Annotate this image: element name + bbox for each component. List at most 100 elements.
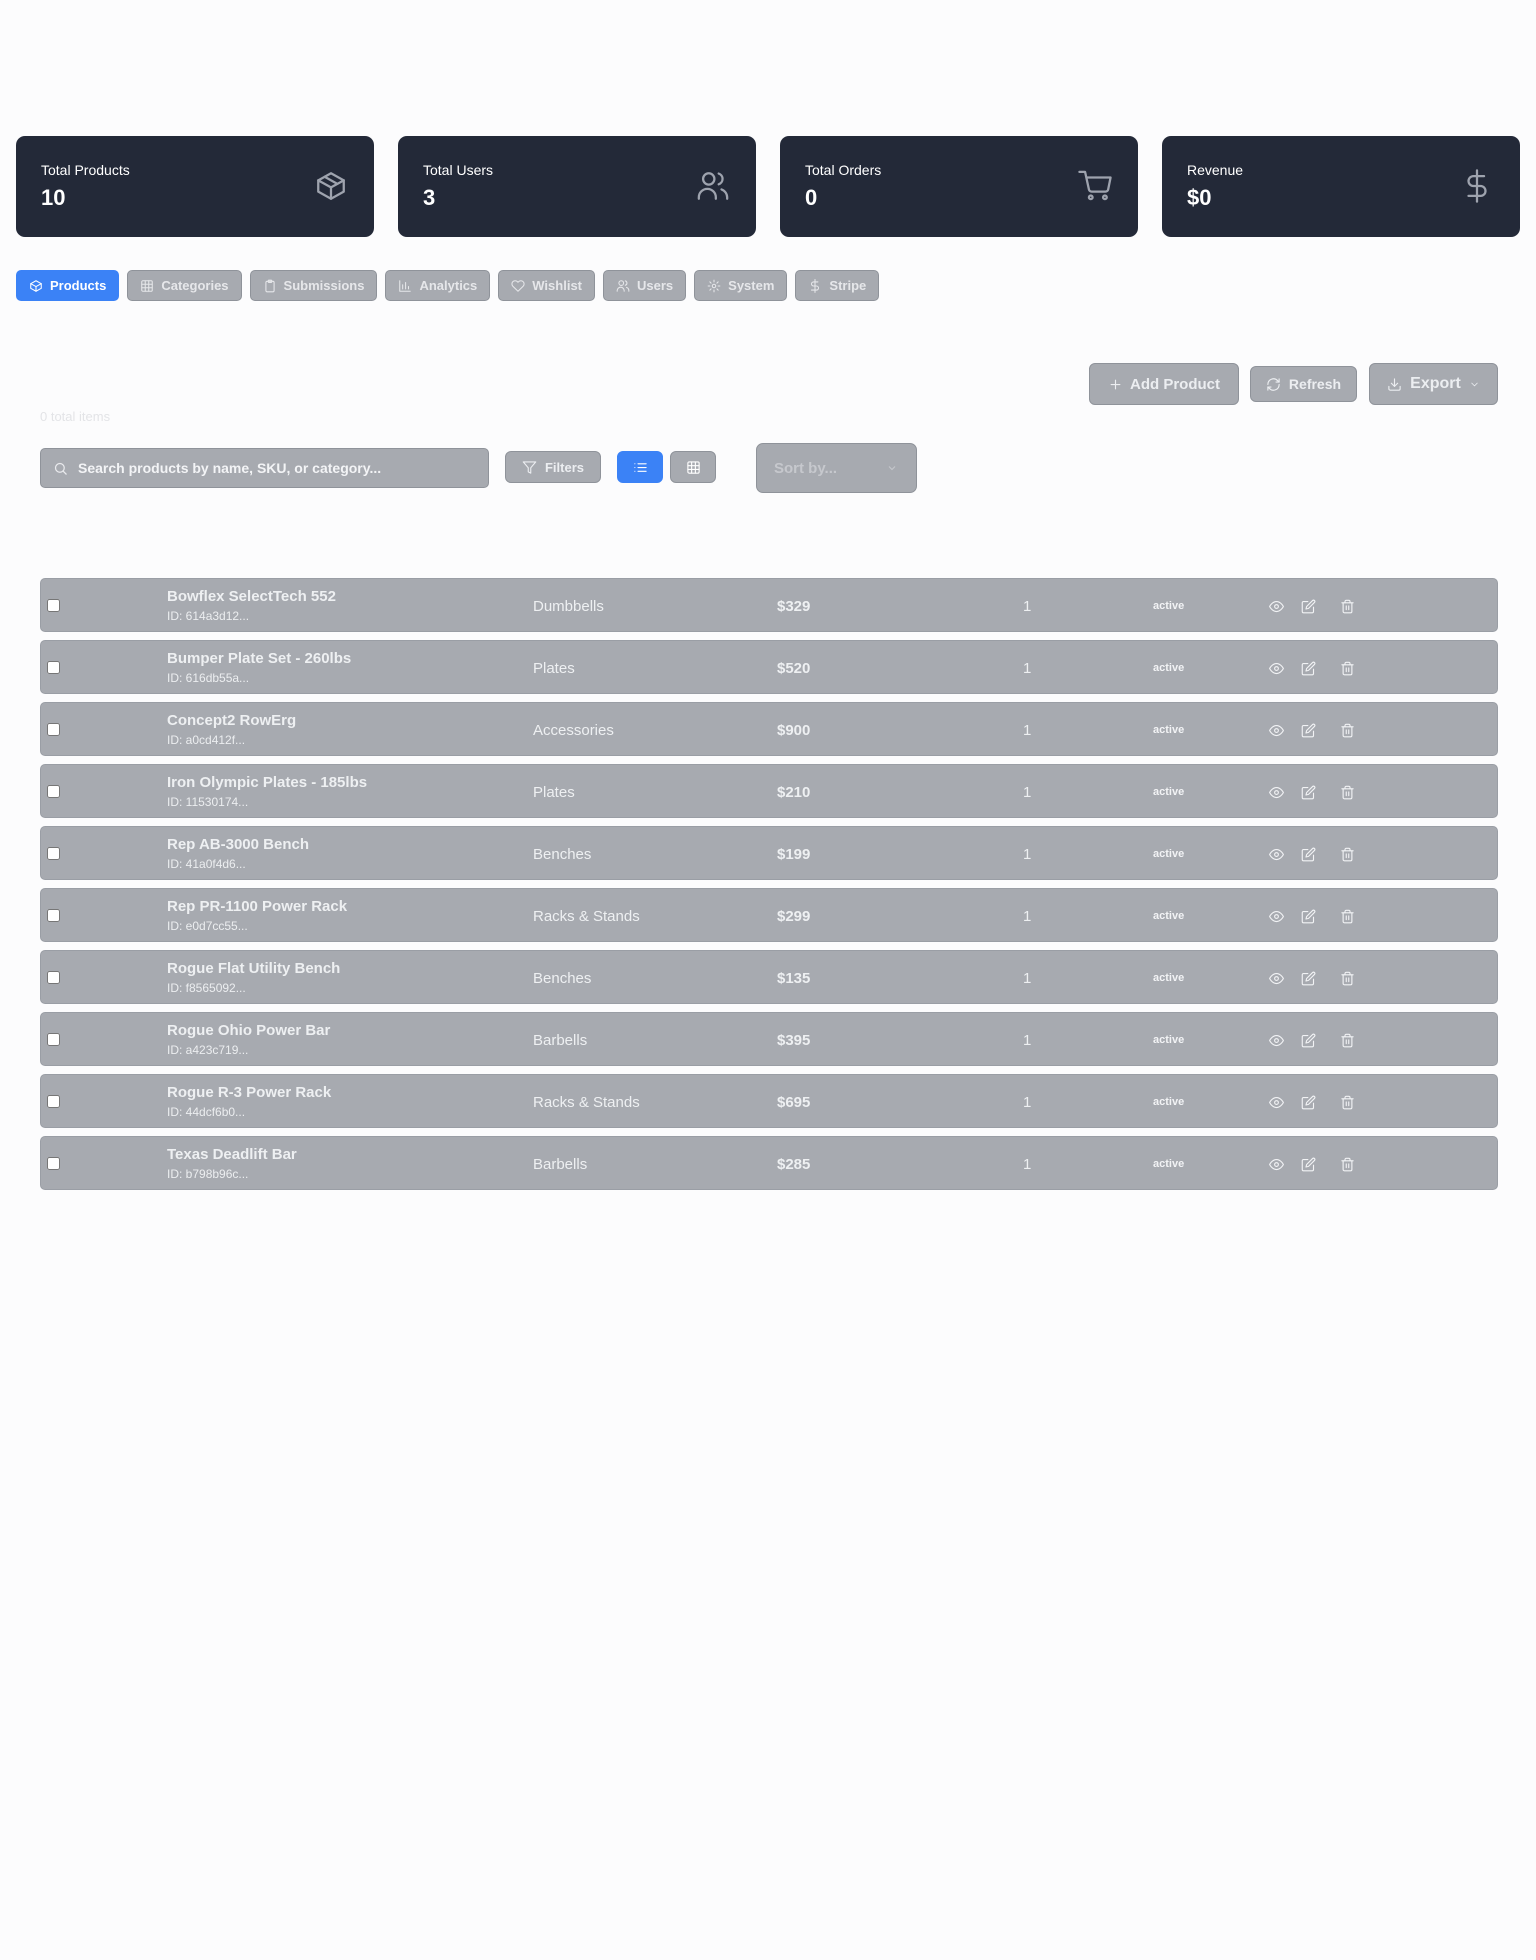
tab-label: Wishlist: [532, 278, 583, 293]
product-category: Dumbbells: [533, 597, 604, 615]
list-view-button[interactable]: [617, 451, 663, 483]
tab-system[interactable]: System: [694, 270, 788, 301]
row-checkbox[interactable]: [47, 971, 60, 984]
sort-select[interactable]: Sort by...: [756, 443, 917, 493]
stat-value: $0: [1187, 185, 1212, 210]
view-button[interactable]: [1267, 845, 1285, 863]
product-price: $210: [777, 783, 811, 801]
grid-view-button[interactable]: [670, 451, 716, 483]
view-button[interactable]: [1267, 721, 1285, 739]
product-name: Rogue Flat Utility Bench: [167, 960, 341, 977]
eye-icon: [1268, 662, 1284, 674]
product-quantity: 1: [1023, 969, 1032, 987]
eye-icon: [1268, 724, 1284, 736]
row-checkbox[interactable]: [47, 1157, 60, 1170]
row-checkbox[interactable]: [47, 909, 60, 922]
view-button[interactable]: [1267, 597, 1285, 615]
view-button[interactable]: [1267, 969, 1285, 987]
product-name: Rogue R-3 Power Rack: [167, 1084, 332, 1101]
delete-button[interactable]: [1338, 597, 1356, 615]
edit-button[interactable]: [1299, 1031, 1317, 1049]
product-price: $285: [777, 1155, 811, 1173]
edit-button[interactable]: [1299, 969, 1317, 987]
product-price: $520: [777, 659, 811, 677]
product-name-cell: Texas Deadlift Bar ID: b798b96c...: [167, 1137, 297, 1191]
trash-icon: [1340, 909, 1354, 923]
table-row: Rogue Flat Utility Bench ID: f8565092...…: [40, 950, 1498, 1004]
row-actions: [1267, 1137, 1356, 1191]
filters-label: Filters: [544, 459, 584, 475]
stat-value: 0: [805, 185, 818, 210]
tab-submissions[interactable]: Submissions: [249, 270, 378, 301]
delete-button[interactable]: [1338, 659, 1356, 677]
row-checkbox[interactable]: [47, 1095, 60, 1108]
edit-icon: [1301, 909, 1315, 923]
search-box: [40, 448, 489, 488]
edit-button[interactable]: [1299, 907, 1317, 925]
tab-stripe[interactable]: Stripe: [795, 270, 880, 301]
tab-categories[interactable]: Categories: [127, 270, 242, 301]
row-checkbox[interactable]: [47, 1033, 60, 1046]
delete-button[interactable]: [1338, 721, 1356, 739]
trash-icon: [1340, 1157, 1354, 1171]
view-button[interactable]: [1267, 1155, 1285, 1173]
tab-label: Products: [50, 278, 107, 293]
row-checkbox[interactable]: [47, 723, 60, 736]
delete-button[interactable]: [1338, 1031, 1356, 1049]
dollar-icon: [811, 278, 820, 293]
edit-button[interactable]: [1299, 659, 1317, 677]
product-category: Barbells: [533, 1031, 588, 1049]
delete-button[interactable]: [1338, 969, 1356, 987]
edit-button[interactable]: [1299, 721, 1317, 739]
product-quantity: 1: [1023, 1093, 1032, 1111]
tab-wishlist[interactable]: Wishlist: [498, 270, 596, 301]
product-name-cell: Rogue Flat Utility Bench ID: f8565092...: [167, 951, 340, 1005]
table-row: Bumper Plate Set - 260lbs ID: 616db55a..…: [40, 640, 1498, 694]
edit-button[interactable]: [1299, 1155, 1317, 1173]
view-button[interactable]: [1267, 783, 1285, 801]
add-product-button[interactable]: Add Product: [1089, 363, 1239, 405]
row-actions: [1267, 827, 1356, 881]
edit-button[interactable]: [1299, 783, 1317, 801]
trash-icon: [1340, 971, 1354, 985]
view-button[interactable]: [1267, 659, 1285, 677]
product-id: ID: e0d7cc55...: [167, 919, 248, 933]
row-checkbox[interactable]: [47, 599, 60, 612]
row-checkbox[interactable]: [47, 785, 60, 798]
status-badge: active: [1153, 600, 1185, 612]
chevron-down-icon: [1471, 382, 1478, 386]
eye-icon: [1268, 600, 1284, 612]
export-button[interactable]: Export: [1369, 363, 1498, 405]
row-checkbox[interactable]: [47, 847, 60, 860]
tab-products[interactable]: Products: [16, 270, 120, 301]
edit-button[interactable]: [1299, 845, 1317, 863]
trash-icon: [1340, 1095, 1354, 1109]
row-checkbox[interactable]: [47, 661, 60, 674]
product-price: $695: [777, 1093, 811, 1111]
view-button[interactable]: [1267, 1093, 1285, 1111]
edit-button[interactable]: [1299, 597, 1317, 615]
delete-button[interactable]: [1338, 1093, 1356, 1111]
stat-card-total-products: Total Products 10: [16, 136, 374, 237]
delete-button[interactable]: [1338, 1155, 1356, 1173]
admin-tabs: Products Categories Submissions Analytic…: [16, 270, 880, 301]
delete-button[interactable]: [1338, 783, 1356, 801]
delete-button[interactable]: [1338, 907, 1356, 925]
tab-analytics[interactable]: Analytics: [385, 270, 491, 301]
status-badge: active: [1153, 1096, 1185, 1108]
filters-button[interactable]: Filters: [505, 451, 601, 483]
view-button[interactable]: [1267, 1031, 1285, 1049]
search-input[interactable]: [78, 460, 458, 476]
status-badge: active: [1153, 1158, 1185, 1170]
edit-button[interactable]: [1299, 1093, 1317, 1111]
product-id: ID: 44dcf6b0...: [167, 1105, 246, 1119]
refresh-button[interactable]: Refresh: [1250, 366, 1357, 402]
product-quantity: 1: [1023, 845, 1032, 863]
chevron-down-icon: [888, 466, 896, 471]
product-name-cell: Concept2 RowErg ID: a0cd412f...: [167, 703, 296, 757]
tab-label: System: [728, 278, 775, 293]
delete-button[interactable]: [1338, 845, 1356, 863]
view-button[interactable]: [1267, 907, 1285, 925]
list-icon: [633, 462, 647, 472]
tab-users[interactable]: Users: [603, 270, 687, 301]
